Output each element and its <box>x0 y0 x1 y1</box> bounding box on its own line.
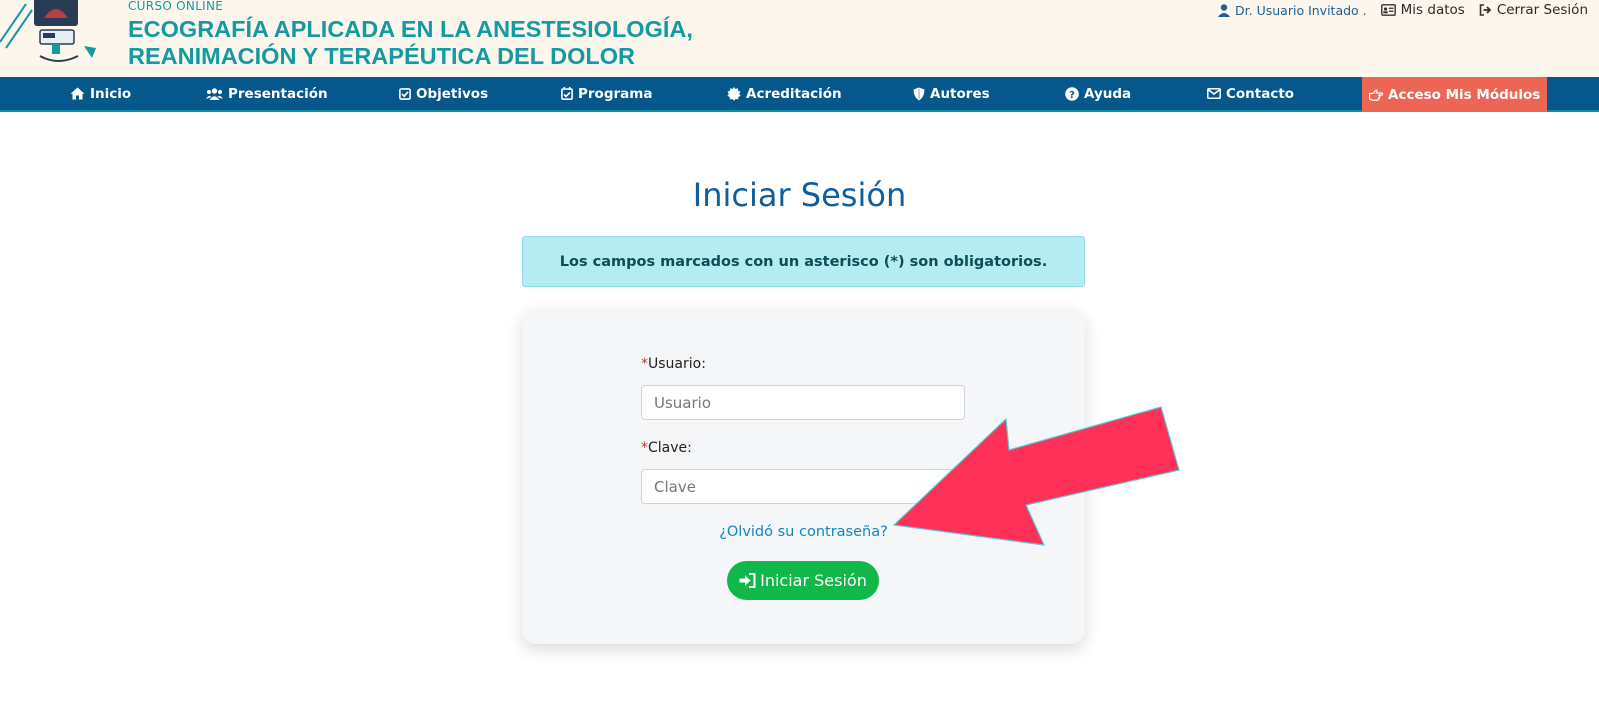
user-profile-link[interactable]: Dr. Usuario Invitado . <box>1218 3 1367 18</box>
nav-label-ayuda: Ayuda <box>1084 85 1132 102</box>
ultrasound-machine-logo <box>0 0 96 62</box>
login-submit-label: Iniciar Sesión <box>760 571 867 590</box>
required-fields-notice: Los campos marcados con un asterisco (*)… <box>522 236 1085 287</box>
shield-icon <box>913 87 925 100</box>
course-label: CURSO ONLINE <box>128 0 224 13</box>
annotation-arrow <box>892 406 1180 546</box>
user-label-text: Usuario: <box>648 356 706 372</box>
site-header: CURSO ONLINE ECOGRAFÍA APLICADA EN LA AN… <box>0 0 1599 77</box>
nav-label-acceso-mis-modulos: Acceso Mis Módulos <box>1388 86 1541 103</box>
logout-label: Cerrar Sesión <box>1496 2 1588 18</box>
id-card-icon <box>1380 4 1396 16</box>
course-title: ECOGRAFÍA APLICADA EN LA ANESTESIOLOGÍA,… <box>128 16 693 70</box>
course-title-line-1: ECOGRAFÍA APLICADA EN LA ANESTESIOLOGÍA, <box>128 16 693 42</box>
nav-label-contacto: Contacto <box>1226 85 1295 102</box>
page-title: Iniciar Sesión <box>692 176 907 214</box>
password-label: *Clave: <box>641 440 692 456</box>
course-title-line-2: REANIMACIÓN Y TERAPÉUTICA DEL DOLOR <box>128 43 636 69</box>
envelope-icon <box>1207 88 1221 99</box>
calendar-check-icon <box>561 87 573 100</box>
nav-item-acceso-mis-modulos[interactable]: Acceso Mis Módulos <box>1362 77 1548 112</box>
user-icon <box>1218 3 1231 17</box>
nav-item-objetivos[interactable]: Objetivos <box>399 77 488 110</box>
user-name: Dr. Usuario Invitado . <box>1235 2 1367 18</box>
users-icon <box>206 87 223 100</box>
nav-item-ayuda[interactable]: ? Ayuda <box>1065 77 1131 110</box>
nav-item-programa[interactable]: Programa <box>561 77 652 110</box>
svg-text:?: ? <box>1069 90 1075 101</box>
nav-label-presentacion: Presentación <box>228 85 328 102</box>
my-data-label: Mis datos <box>1400 2 1465 18</box>
nav-label-inicio: Inicio <box>90 85 132 102</box>
nav-label-autores: Autores <box>930 85 990 102</box>
sign-in-icon <box>739 573 756 588</box>
nav-item-contacto[interactable]: Contacto <box>1207 77 1294 110</box>
nav-item-autores[interactable]: Autores <box>913 77 990 110</box>
main-navbar: Inicio Presentación Objetivos Programa A… <box>0 77 1599 112</box>
nav-label-acreditacion: Acreditación <box>746 85 842 102</box>
nav-item-acreditacion[interactable]: Acreditación <box>727 77 842 110</box>
logout-link[interactable]: Cerrar Sesión <box>1479 2 1588 18</box>
check-square-icon <box>399 87 411 100</box>
required-mark: * <box>641 440 648 456</box>
required-mark: * <box>641 356 648 372</box>
login-submit-button[interactable]: Iniciar Sesión <box>727 561 879 600</box>
sign-out-icon <box>1479 4 1492 16</box>
user-links: Dr. Usuario Invitado . Mis datos Cerrar … <box>1204 0 1588 20</box>
my-data-link[interactable]: Mis datos <box>1380 2 1465 18</box>
nav-item-inicio[interactable]: Inicio <box>70 77 131 110</box>
question-circle-icon: ? <box>1065 86 1079 101</box>
home-icon <box>70 87 85 100</box>
nav-item-presentacion[interactable]: Presentación <box>206 77 328 110</box>
password-label-text: Clave: <box>648 440 692 456</box>
nav-label-objetivos: Objetivos <box>416 85 489 102</box>
nav-label-programa: Programa <box>578 85 653 102</box>
user-label: *Usuario: <box>641 356 706 372</box>
certificate-icon <box>727 86 741 101</box>
hand-pointing-icon <box>1369 89 1383 101</box>
